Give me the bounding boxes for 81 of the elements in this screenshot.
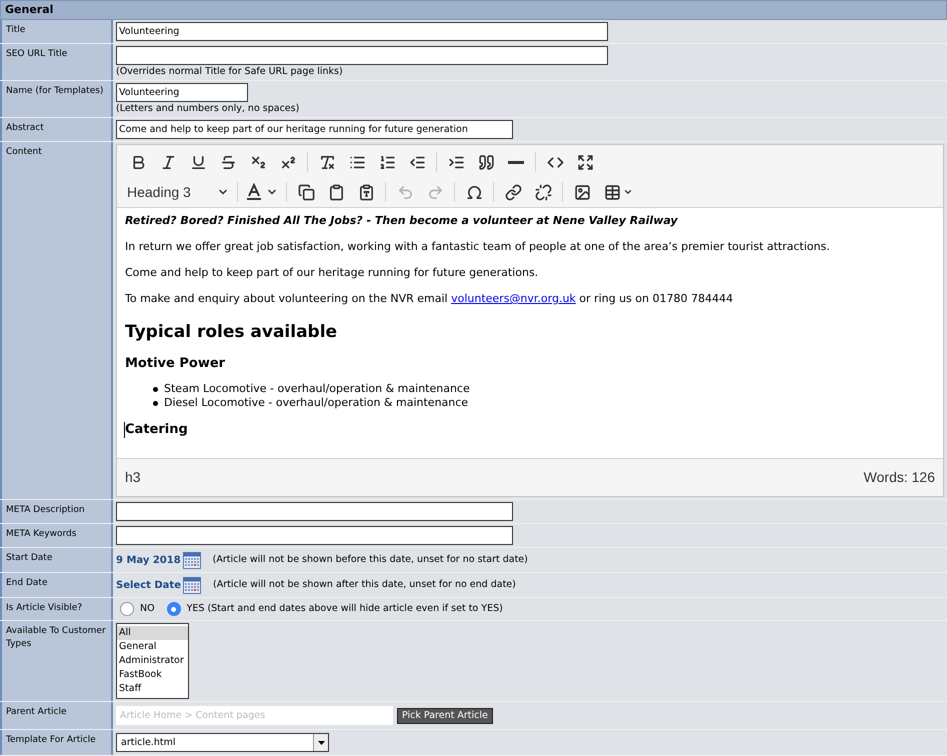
- paragraph: Come and help to keep part of our heritage running for future generations.: [125, 266, 540, 280]
- table-icon: [604, 184, 620, 200]
- superscript-icon: [280, 154, 296, 170]
- paragraph: In return we offer great job satisfaction, working with a fantastic team of people at one of the area’s premier tourist attractions.: [125, 240, 831, 254]
- subheading: Catering: [124, 422, 188, 438]
- paste-icon: [328, 184, 344, 200]
- image-icon: [574, 184, 590, 200]
- template-select[interactable]: article.html: [116, 733, 329, 752]
- clear-formatting-icon: [318, 154, 336, 170]
- field-label: Is Article Visible?: [0, 598, 113, 620]
- intro-text: Retired? Bored? Finished All The Jobs? - Then become a volunteer at Nene Valley Railway: [125, 214, 679, 228]
- outdent-icon: [408, 154, 426, 170]
- indent-icon: [448, 154, 464, 170]
- dropdown-arrow-icon: [318, 740, 324, 745]
- text-field[interactable]: [116, 46, 608, 65]
- field-label: Title: [0, 20, 113, 43]
- editor-content[interactable]: [117, 208, 943, 458]
- section-header: General: [0, 0, 947, 20]
- email-link[interactable]: volunteers@nvr.org.uk: [451, 292, 576, 305]
- link-icon: [504, 184, 522, 200]
- list-option[interactable]: All: [117, 626, 188, 640]
- strikethrough-icon: [220, 154, 236, 170]
- numbered-list-icon: [378, 154, 396, 170]
- caret-icon[interactable]: [623, 187, 633, 197]
- bulleted-list-icon: [348, 154, 366, 170]
- field-label: Available To Customer Types: [0, 621, 113, 702]
- text-field[interactable]: Come and help to keep part of our heritage running for future generation: [116, 120, 513, 139]
- format-dropdown[interactable]: Heading 3: [123, 179, 233, 205]
- element-path[interactable]: h3: [125, 467, 141, 488]
- text-field[interactable]: [116, 502, 513, 521]
- paragraph: To make and enquiry about volunteering on the NVR email volunteers@nvr.org.uk or ring us on 01780 784444: [125, 292, 734, 306]
- bullet-icon: [153, 400, 158, 406]
- field-hint: (Overrides normal Title for Safe URL page links): [116, 66, 344, 78]
- field-label: META Description: [0, 500, 113, 523]
- pick-parent-article-button[interactable]: Pick Parent Article: [397, 708, 493, 724]
- underline-icon: [190, 154, 206, 170]
- subscript-icon: [250, 154, 266, 170]
- radio-button[interactable]: [120, 602, 134, 616]
- customer-types-listbox[interactable]: All General Administrator FastBook Staff: [116, 623, 189, 700]
- list-option[interactable]: FastBook: [117, 668, 188, 682]
- section-heading: Typical roles available: [125, 322, 338, 342]
- calendar-icon[interactable]: [183, 576, 201, 594]
- unlink-icon: [534, 184, 552, 200]
- radio-label: YES (Start and end dates above will hide article even if set to YES): [186, 602, 503, 616]
- text-field[interactable]: [116, 526, 513, 545]
- copy-icon: [298, 184, 314, 200]
- text-field[interactable]: Volunteering: [116, 83, 248, 102]
- date-note: (Article will not be shown after this date, unset for no end date): [213, 578, 516, 592]
- text-color-icon: [246, 183, 262, 201]
- field-label: Content: [0, 142, 113, 499]
- calendar-icon[interactable]: [182, 551, 201, 569]
- field-label: Parent Article: [0, 702, 113, 730]
- radio-label: NO: [140, 602, 155, 616]
- quote-icon: [478, 154, 494, 170]
- field-label: Name (for Templates): [0, 81, 113, 117]
- maximize-icon: [576, 154, 594, 170]
- radio-button[interactable]: [166, 602, 181, 616]
- redo-icon: [426, 184, 444, 200]
- paste-text-icon: [358, 184, 374, 200]
- field-hint: (Letters and numbers only, no spaces): [116, 103, 300, 115]
- date-value[interactable]: Select Date: [116, 578, 181, 592]
- list-item: Diesel Locomotive - overhaul/operation & maintenance: [153, 396, 935, 410]
- list-option[interactable]: General: [117, 640, 188, 654]
- list-item: Steam Locomotive - overhaul/operation & maintenance: [153, 382, 935, 396]
- field-label: Abstract: [0, 118, 113, 141]
- field-label: META Keywords: [0, 524, 113, 547]
- parent-article-field[interactable]: Article Home > Content pages: [116, 706, 393, 726]
- date-note: (Article will not be shown before this date, unset for no start date): [212, 552, 528, 567]
- list-option[interactable]: Administrator: [117, 654, 188, 668]
- special-character-icon: [466, 184, 482, 200]
- field-label: Start Date: [0, 548, 113, 572]
- date-value[interactable]: 9 May 2018: [116, 552, 181, 568]
- list-option[interactable]: Staff: [117, 682, 188, 696]
- bullet-icon: [153, 386, 158, 392]
- text-field[interactable]: Volunteering: [116, 22, 608, 41]
- undo-icon: [396, 184, 414, 200]
- field-label: SEO URL Title: [0, 44, 113, 80]
- field-label: Template For Article: [0, 730, 113, 756]
- field-label: End Date: [0, 573, 113, 597]
- word-count: Words: 126: [864, 468, 935, 487]
- subheading: Motive Power: [125, 356, 226, 372]
